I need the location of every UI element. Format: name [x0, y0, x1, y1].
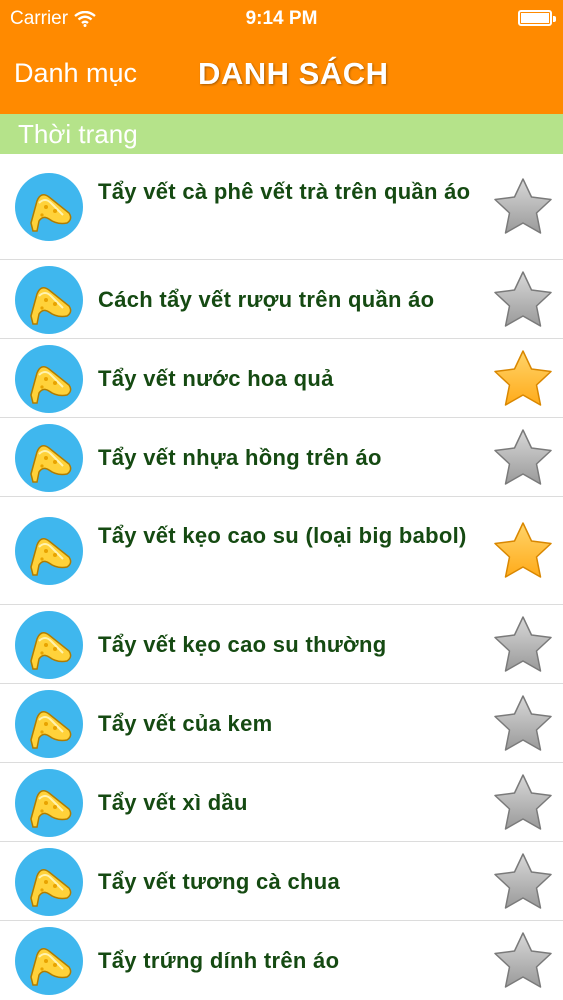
list-item[interactable]: Cách tẩy vết rượu trên quần áo: [0, 260, 563, 339]
list-item-label: Tẩy trứng dính trên áo: [98, 947, 340, 973]
high-heel-shoe-icon: [15, 768, 83, 837]
star-empty-icon[interactable]: [491, 268, 555, 332]
high-heel-shoe-icon: [15, 926, 83, 995]
list-item[interactable]: Tẩy vết của kem: [0, 684, 563, 763]
star-empty-icon[interactable]: [491, 175, 555, 239]
high-heel-shoe-icon: [15, 173, 83, 241]
star-empty-icon[interactable]: [491, 771, 555, 835]
back-button[interactable]: Danh mục: [14, 58, 137, 89]
list-item-label: Cách tẩy vết rượu trên quần áo: [98, 286, 435, 312]
list-item[interactable]: Tẩy vết kẹo cao su thường: [0, 605, 563, 684]
high-heel-shoe-icon: [15, 423, 83, 492]
clock: 9:14 PM: [245, 8, 318, 29]
list-item[interactable]: Tẩy vết xì dầu: [0, 763, 563, 842]
section-header: Thời trang: [0, 114, 563, 154]
list-item-label: Tẩy vết kẹo cao su (loại big babol): [98, 523, 467, 548]
battery-icon: [518, 10, 556, 26]
high-heel-shoe-icon: [15, 610, 83, 679]
section-title: Thời trang: [18, 119, 138, 149]
star-empty-icon[interactable]: [491, 426, 555, 490]
list-item[interactable]: Tẩy vết tương cà chua: [0, 842, 563, 921]
list-item-label: Tẩy vết tương cà chua: [98, 868, 341, 894]
list-item-label: Tẩy vết xì dầu: [98, 789, 248, 815]
list-item-label: Tẩy vết nước hoa quả: [98, 365, 334, 391]
star-empty-icon[interactable]: [491, 613, 555, 677]
list-item[interactable]: Tẩy vết cà phê vết trà trên quần áo: [0, 154, 563, 260]
list-item[interactable]: Tẩy vết nước hoa quả: [0, 339, 563, 418]
list-item-label: Tẩy vết kẹo cao su thường: [98, 631, 387, 657]
list-item-label: Tẩy vết nhựa hồng trên áo: [98, 444, 382, 470]
high-heel-shoe-icon: [15, 517, 83, 585]
list-item[interactable]: Tẩy vết nhựa hồng trên áo: [0, 418, 563, 497]
item-list: Tẩy vết cà phê vết trà trên quần áo Cách …: [0, 154, 563, 1000]
high-heel-shoe-icon: [15, 847, 83, 916]
star-empty-icon[interactable]: [491, 929, 555, 993]
high-heel-shoe-icon: [15, 265, 83, 334]
high-heel-shoe-icon: [15, 344, 83, 413]
list-item[interactable]: Tẩy vết kẹo cao su (loại big babol): [0, 497, 563, 605]
list-item-label: Tẩy vết của kem: [98, 710, 273, 736]
star-filled-icon[interactable]: [491, 519, 555, 583]
status-bar: Carrier 9:14 PM: [0, 0, 563, 38]
star-empty-icon[interactable]: [491, 850, 555, 914]
list-item-label: Tẩy vết cà phê vết trà trên quần áo: [98, 179, 471, 204]
star-filled-icon[interactable]: [491, 347, 555, 411]
high-heel-shoe-icon: [15, 689, 83, 758]
navigation-bar: Carrier 9:14 PM Danh mục DANH SÁCH: [0, 0, 563, 114]
page-title: DANH SÁCH: [198, 56, 389, 91]
star-empty-icon[interactable]: [491, 692, 555, 756]
list-item[interactable]: Tẩy trứng dính trên áo: [0, 921, 563, 1000]
